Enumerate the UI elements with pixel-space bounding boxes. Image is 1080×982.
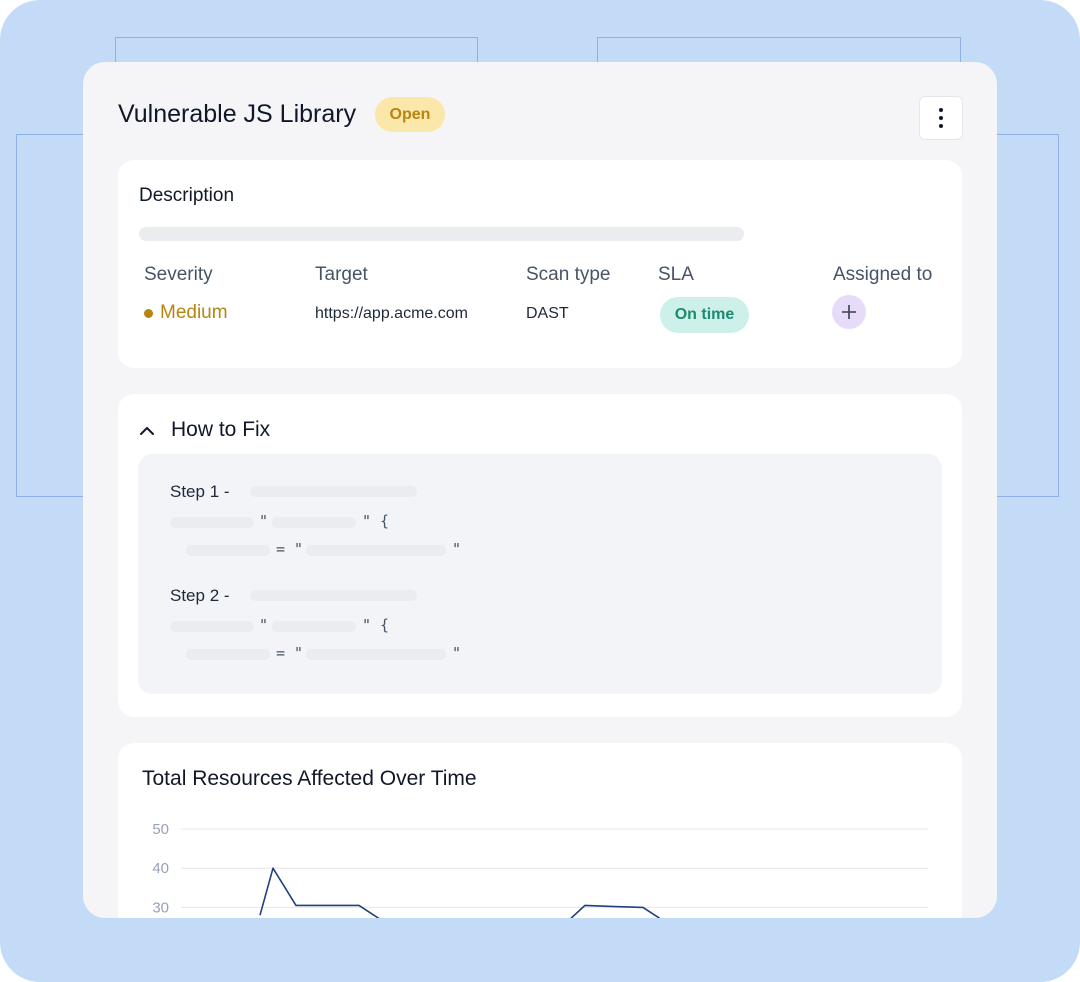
how-to-fix-title: How to Fix xyxy=(171,418,271,441)
y-tick-label: 40 xyxy=(152,860,169,877)
code-placeholder xyxy=(272,621,356,632)
code-quote-brace: " { xyxy=(362,616,390,634)
code-placeholder xyxy=(306,649,446,660)
code-eq-quote: = " xyxy=(276,644,304,662)
plus-icon xyxy=(842,305,856,319)
description-panel: Description Severity Target Scan type SL… xyxy=(118,160,962,368)
issue-card: Vulnerable JS Library Open Description S… xyxy=(83,62,997,918)
description-placeholder xyxy=(139,227,744,241)
more-options-button[interactable] xyxy=(919,96,963,140)
step-label: Step 2 - xyxy=(170,586,230,605)
code-placeholder xyxy=(186,545,270,556)
fix-steps-box: Step 1 - " " { = " " Step 2 - " " { = " xyxy=(138,454,942,694)
description-title: Description xyxy=(139,185,235,206)
target-label: Target xyxy=(315,264,368,285)
severity-label: Severity xyxy=(144,264,213,285)
more-vertical-icon xyxy=(939,108,943,128)
code-placeholder xyxy=(170,621,254,632)
step-placeholder xyxy=(250,590,417,601)
step-placeholder xyxy=(250,486,417,497)
y-tick-label: 50 xyxy=(152,821,169,838)
assign-user-button[interactable] xyxy=(832,295,866,329)
code-quote: " xyxy=(259,512,269,530)
code-eq-quote: = " xyxy=(276,540,304,558)
chart-panel: Total Resources Affected Over Time 50 40 3… xyxy=(118,743,962,918)
sla-badge: On time xyxy=(660,297,749,333)
code-placeholder xyxy=(272,517,356,528)
code-placeholder xyxy=(170,517,254,528)
scan-type-label: Scan type xyxy=(526,264,611,285)
target-value: https://app.acme.com xyxy=(315,305,468,322)
how-to-fix-panel: How to Fix Step 1 - " " { = " " Step 2 -… xyxy=(118,394,962,717)
code-quote-brace: " { xyxy=(362,512,390,530)
page-title: Vulnerable JS Library xyxy=(118,100,357,128)
severity-value: Medium xyxy=(160,302,228,323)
chevron-up-icon[interactable] xyxy=(138,422,156,440)
code-quote: " xyxy=(259,616,269,634)
sla-label: SLA xyxy=(658,264,694,285)
code-placeholder xyxy=(306,545,446,556)
series-line xyxy=(259,867,661,918)
severity-dot-icon xyxy=(144,309,153,318)
scan-type-value: DAST xyxy=(526,305,569,322)
code-end-quote: " xyxy=(452,540,462,558)
y-tick-label: 30 xyxy=(152,899,169,916)
code-end-quote: " xyxy=(452,644,462,662)
status-badge: Open xyxy=(375,97,445,132)
background-frame: Vulnerable JS Library Open Description S… xyxy=(0,0,1080,982)
assigned-to-label: Assigned to xyxy=(833,264,933,285)
line-chart: 50 40 30 xyxy=(152,821,928,918)
code-placeholder xyxy=(186,649,270,660)
step-label: Step 1 - xyxy=(170,482,230,501)
